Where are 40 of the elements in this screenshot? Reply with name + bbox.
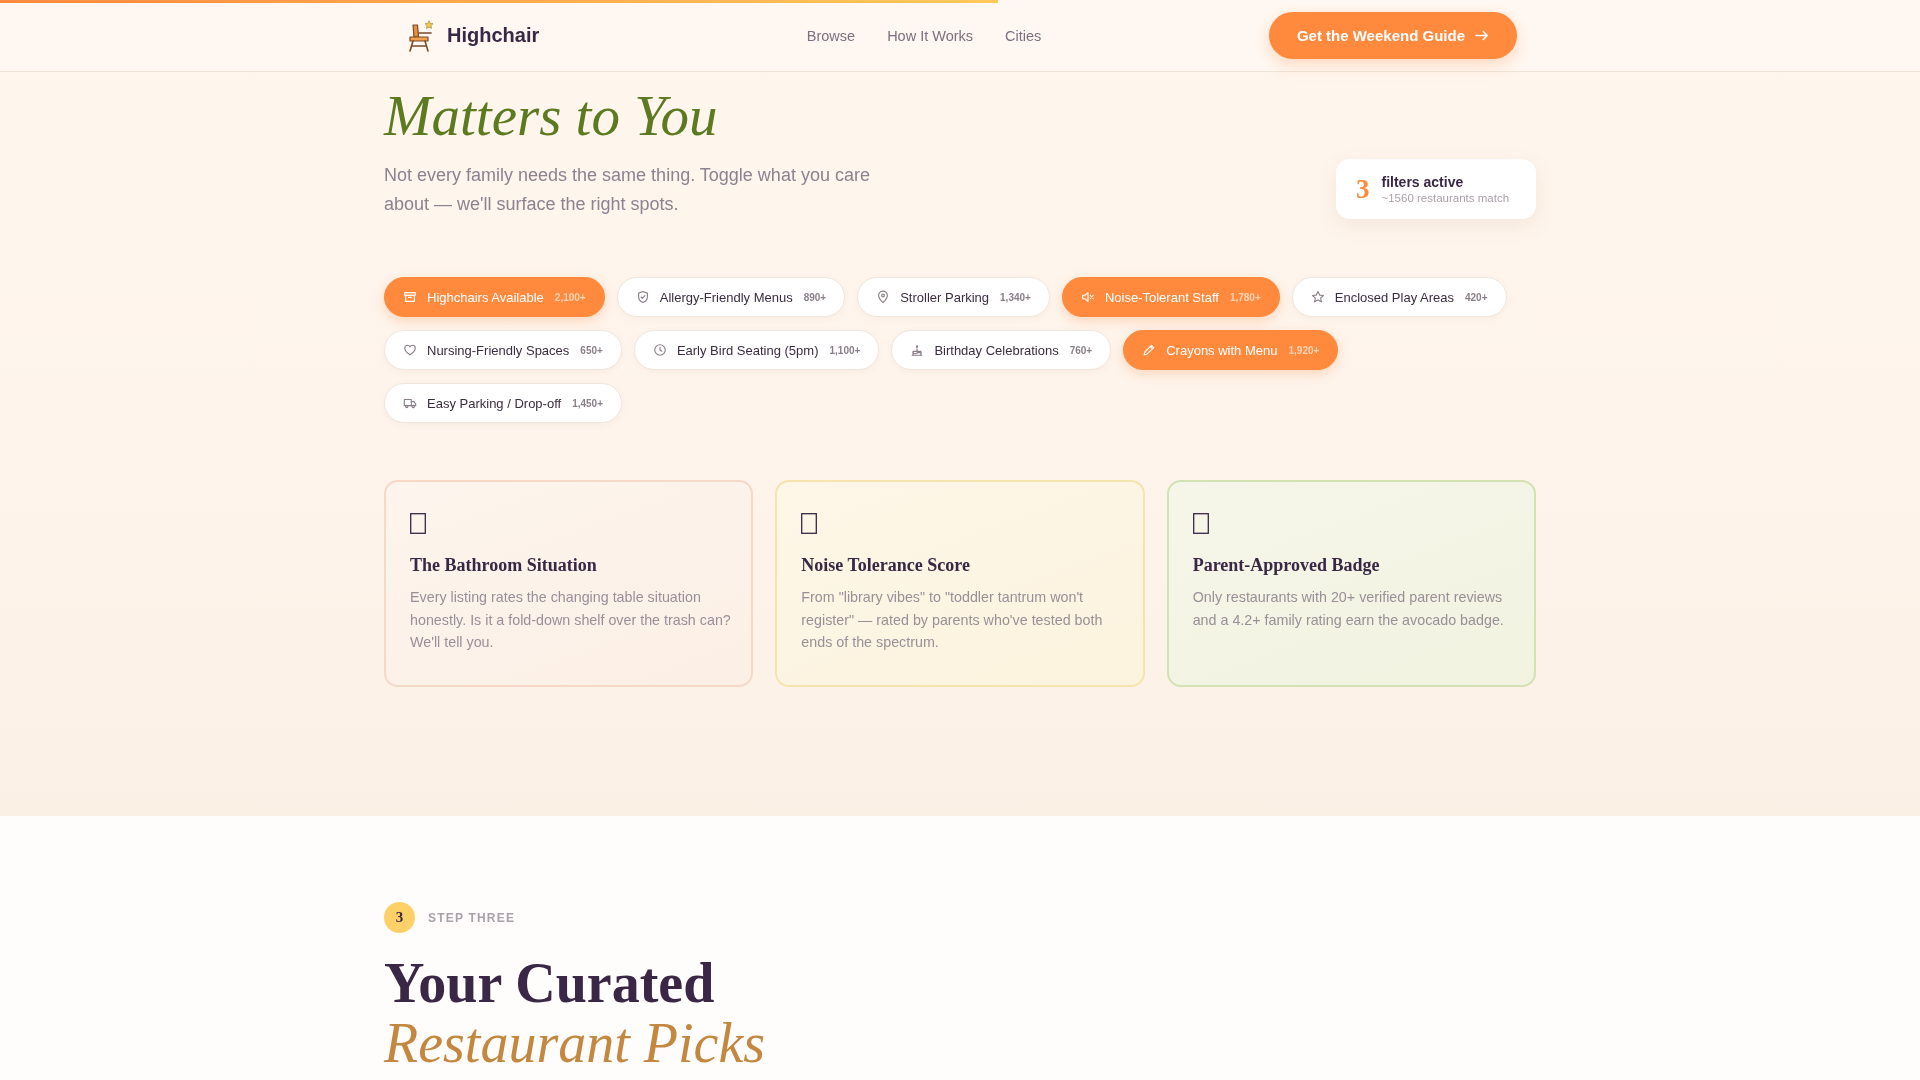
heart-icon — [403, 343, 417, 357]
filter-chip[interactable]: Easy Parking / Drop-off 1,450+ — [384, 383, 623, 423]
brand-link[interactable]: Highchair — [405, 19, 540, 52]
step-label: STEP THREE — [428, 910, 516, 925]
step-number: 3 — [384, 902, 415, 933]
match-count: ~1560 restaurants match — [1381, 192, 1510, 204]
nav-link[interactable]: How It Works — [887, 27, 974, 44]
filter-chip[interactable]: Enclosed Play Areas 420+ — [1291, 277, 1507, 317]
rectangle-icon — [1192, 513, 1209, 534]
card-description: Only restaurants with 20+ verified parent reviews and a 4.2+ family rating earn the avocado badge. — [1192, 588, 1505, 630]
filter-chip[interactable]: Birthday Celebrations 760+ — [891, 330, 1112, 370]
filter-summary-label: filters active — [1381, 174, 1465, 190]
filter-chip[interactable]: Nursing-Friendly Spaces 650+ — [384, 330, 622, 370]
rectangle-icon — [801, 513, 818, 534]
map-pin-icon — [876, 290, 891, 304]
active-filter-count: 3 — [1356, 173, 1370, 205]
filter-chip[interactable]: Stroller Parking 1,340+ — [857, 277, 1050, 317]
card-description: Every listing rates the changing table situation honestly. Is it a fold-down shelf over the trash can? We'll tell you. — [410, 588, 732, 652]
cake-icon — [910, 343, 925, 357]
clock-icon — [652, 343, 667, 357]
filter-chip[interactable]: Early Bird Seating (5pm) 1,100+ — [633, 330, 880, 370]
rectangle-icon — [410, 513, 426, 534]
card-title: Noise Tolerance Score — [801, 554, 971, 577]
crayon-icon — [1142, 343, 1157, 357]
nav-link[interactable]: Browse — [806, 27, 856, 44]
filter-chip[interactable]: Allergy-Friendly Menus 890+ — [616, 277, 846, 317]
arrow-right-icon — [1475, 30, 1489, 41]
speaker-muted-icon — [1080, 290, 1095, 304]
archive-box-icon — [403, 290, 417, 304]
section-title: Your Curated — [384, 953, 715, 1013]
card-title: Parent-Approved Badge — [1192, 554, 1381, 577]
hero-intro: Not every family needs the same thing. Toggle what you care about — we'll surface the right spots. — [384, 164, 871, 216]
section-title-emphasis: Restaurant Picks — [384, 1013, 766, 1073]
card-title: The Bathroom Situation — [410, 554, 598, 577]
truck-icon — [403, 396, 417, 410]
nav-link[interactable]: Cities — [1005, 27, 1042, 44]
card-description: From "library vibes" to "toddler tantrum won't register" — rated by parents who've tested both ends of the spectrum. — [801, 588, 1104, 652]
star-icon — [1310, 290, 1325, 304]
hero-title: Matters to You — [384, 85, 719, 147]
shield-icon — [635, 290, 650, 304]
